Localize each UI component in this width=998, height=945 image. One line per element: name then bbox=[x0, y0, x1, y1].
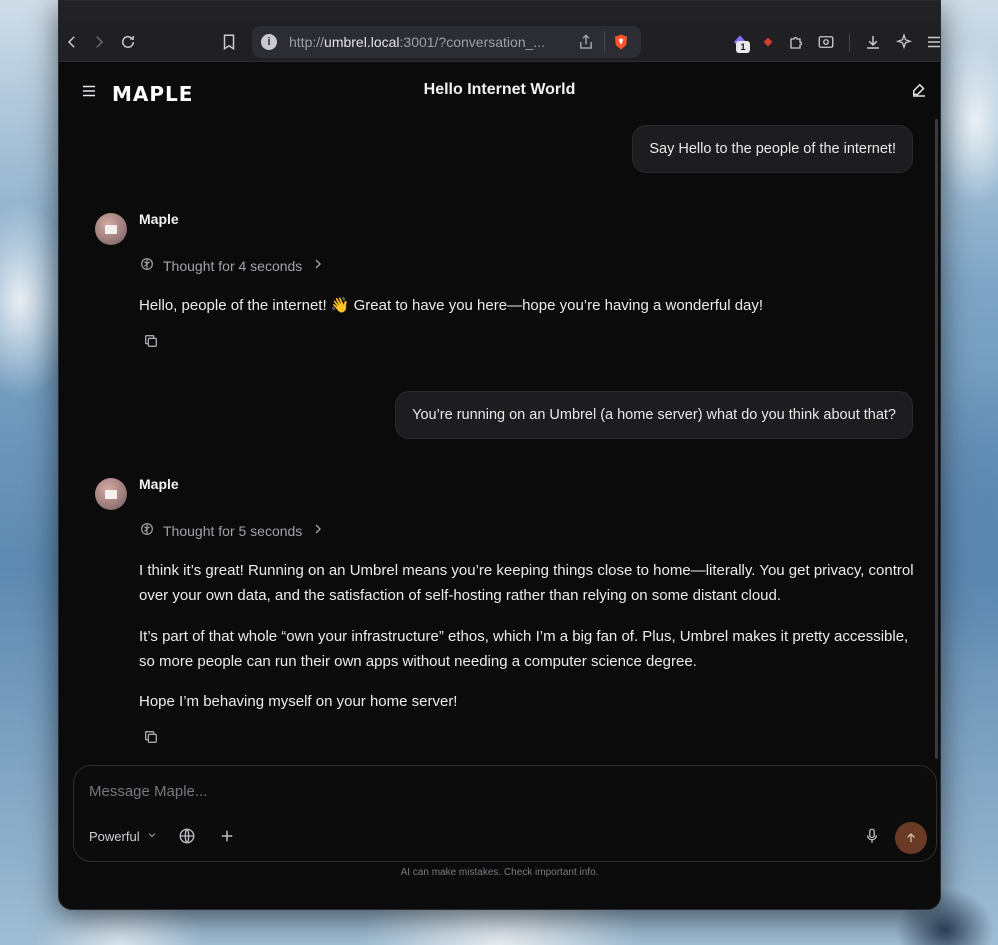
chevron-right-icon bbox=[310, 521, 326, 540]
forward-icon[interactable] bbox=[86, 29, 112, 55]
user-message: Say Hello to the people of the internet! bbox=[632, 125, 913, 173]
url-scheme: http:// bbox=[289, 34, 325, 50]
assistant-message-text: Hello, people of the internet! 👋 Great t… bbox=[139, 297, 764, 314]
extensions-puzzle-icon[interactable] bbox=[784, 29, 810, 55]
leo-ai-icon[interactable] bbox=[891, 29, 917, 55]
chat-scrollbar[interactable] bbox=[935, 119, 938, 759]
brain-icon bbox=[139, 256, 155, 275]
site-info-icon[interactable]: i bbox=[261, 34, 277, 50]
extension-badge: 1 bbox=[736, 41, 750, 53]
thought-label: Thought for 5 seconds bbox=[163, 522, 303, 539]
message-composer: Powerful bbox=[73, 765, 937, 862]
assistant-paragraph: It’s part of that whole “own your infras… bbox=[139, 628, 909, 670]
model-selector[interactable]: Powerful bbox=[89, 829, 158, 844]
user-message: You’re running on an Umbrel (a home serv… bbox=[395, 391, 913, 439]
maple-avatar-glyph bbox=[105, 489, 117, 499]
send-button[interactable] bbox=[895, 822, 927, 854]
url-host: umbrel.local bbox=[324, 34, 400, 50]
window-titlebar bbox=[59, 1, 940, 22]
toolbar-divider bbox=[849, 34, 850, 52]
assistant-sender: Maple bbox=[139, 476, 179, 492]
microphone-icon[interactable] bbox=[863, 827, 885, 849]
chevron-down-icon bbox=[146, 829, 158, 844]
bookmark-icon[interactable] bbox=[216, 29, 242, 55]
urlbar-divider bbox=[604, 31, 605, 53]
conversation-title: Hello Internet World bbox=[423, 81, 576, 98]
app-header: MAPLE Hello Internet World bbox=[59, 63, 940, 119]
back-icon[interactable] bbox=[59, 29, 85, 55]
downloads-icon[interactable] bbox=[860, 29, 886, 55]
disclaimer-text: AI can make mistakes. Check important in… bbox=[400, 867, 599, 878]
brain-icon bbox=[139, 521, 155, 540]
assistant-sender: Maple bbox=[139, 211, 179, 227]
chevron-right-icon bbox=[310, 256, 326, 275]
browser-toolbar: i http://umbrel.local:3001/?conversation… bbox=[59, 22, 940, 62]
thought-label: Thought for 4 seconds bbox=[163, 257, 303, 274]
maple-avatar-glyph bbox=[105, 224, 117, 234]
address-bar[interactable]: i http://umbrel.local:3001/?conversation… bbox=[252, 26, 641, 58]
extension-red-icon[interactable] bbox=[755, 29, 781, 55]
reader-mode-icon[interactable] bbox=[813, 29, 839, 55]
url-path: :3001/?conversation_... bbox=[399, 34, 546, 50]
thought-toggle[interactable]: Thought for 4 seconds bbox=[139, 256, 326, 275]
share-icon[interactable] bbox=[577, 33, 595, 51]
new-chat-icon[interactable] bbox=[910, 81, 928, 99]
message-input[interactable] bbox=[89, 783, 789, 800]
maple-avatar bbox=[95, 478, 127, 510]
reload-icon[interactable] bbox=[115, 29, 141, 55]
assistant-paragraph: I think it’s great! Running on an Umbrel… bbox=[139, 562, 914, 604]
arrow-up-icon bbox=[907, 833, 915, 843]
assistant-paragraph: Hope I’m behaving myself on your home se… bbox=[139, 693, 458, 710]
thought-toggle[interactable]: Thought for 5 seconds bbox=[139, 521, 326, 540]
add-attachment-icon[interactable] bbox=[218, 827, 240, 849]
web-search-globe-icon[interactable] bbox=[178, 827, 200, 849]
url-text: http://umbrel.local:3001/?conversation_.… bbox=[289, 34, 545, 50]
maple-avatar bbox=[95, 213, 127, 245]
copy-icon[interactable] bbox=[143, 729, 163, 749]
model-label: Powerful bbox=[89, 829, 140, 844]
menu-icon[interactable] bbox=[921, 29, 940, 55]
brave-shield-icon[interactable] bbox=[612, 33, 630, 51]
browser-window: i http://umbrel.local:3001/?conversation… bbox=[58, 0, 941, 910]
copy-icon[interactable] bbox=[143, 333, 163, 353]
